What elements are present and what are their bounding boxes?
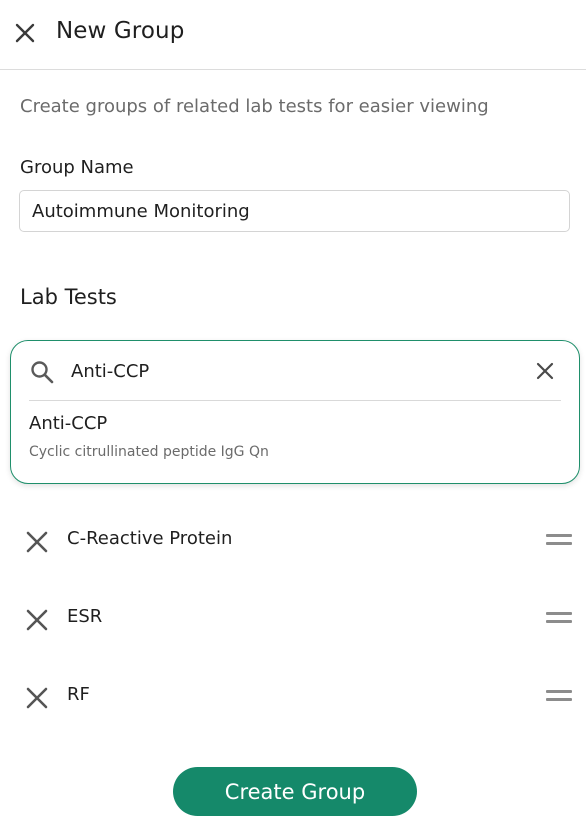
close-icon bbox=[15, 23, 35, 43]
selected-test-name: ESR bbox=[67, 606, 103, 627]
search-result-description: Cyclic citrullinated peptide IgG Qn bbox=[29, 444, 269, 460]
search-icon bbox=[31, 361, 54, 384]
lab-tests-heading: Lab Tests bbox=[20, 285, 117, 309]
group-name-input[interactable] bbox=[19, 190, 570, 232]
clear-search-button[interactable] bbox=[533, 359, 557, 383]
close-button[interactable] bbox=[12, 20, 38, 46]
lab-test-search-input[interactable] bbox=[71, 353, 511, 389]
create-group-button[interactable]: Create Group bbox=[173, 767, 417, 816]
drag-handle-icon[interactable] bbox=[546, 534, 572, 548]
close-icon bbox=[26, 609, 48, 631]
remove-test-button[interactable] bbox=[25, 686, 49, 710]
group-name-label: Group Name bbox=[20, 157, 134, 178]
selected-test-name: C-Reactive Protein bbox=[67, 528, 233, 549]
search-result-name: Anti-CCP bbox=[29, 413, 108, 434]
drag-handle-icon[interactable] bbox=[546, 612, 572, 626]
selected-test-row: ESR bbox=[0, 594, 586, 644]
divider bbox=[29, 400, 561, 401]
selected-test-name: RF bbox=[67, 684, 90, 705]
selected-test-row: RF bbox=[0, 672, 586, 722]
page-title: New Group bbox=[56, 18, 185, 44]
close-icon bbox=[536, 362, 554, 380]
selected-test-row: C-Reactive Protein bbox=[0, 516, 586, 566]
new-group-screen: New Group Create groups of related lab t… bbox=[0, 0, 586, 826]
page-description: Create groups of related lab tests for e… bbox=[20, 96, 489, 117]
header: New Group bbox=[0, 0, 586, 70]
drag-handle-icon[interactable] bbox=[546, 690, 572, 704]
remove-test-button[interactable] bbox=[25, 530, 49, 554]
remove-test-button[interactable] bbox=[25, 608, 49, 632]
lab-test-search-panel: Anti-CCP Cyclic citrullinated peptide Ig… bbox=[10, 340, 580, 484]
close-icon bbox=[26, 687, 48, 709]
close-icon bbox=[26, 531, 48, 553]
search-result-item[interactable]: Anti-CCP Cyclic citrullinated peptide Ig… bbox=[29, 411, 559, 471]
